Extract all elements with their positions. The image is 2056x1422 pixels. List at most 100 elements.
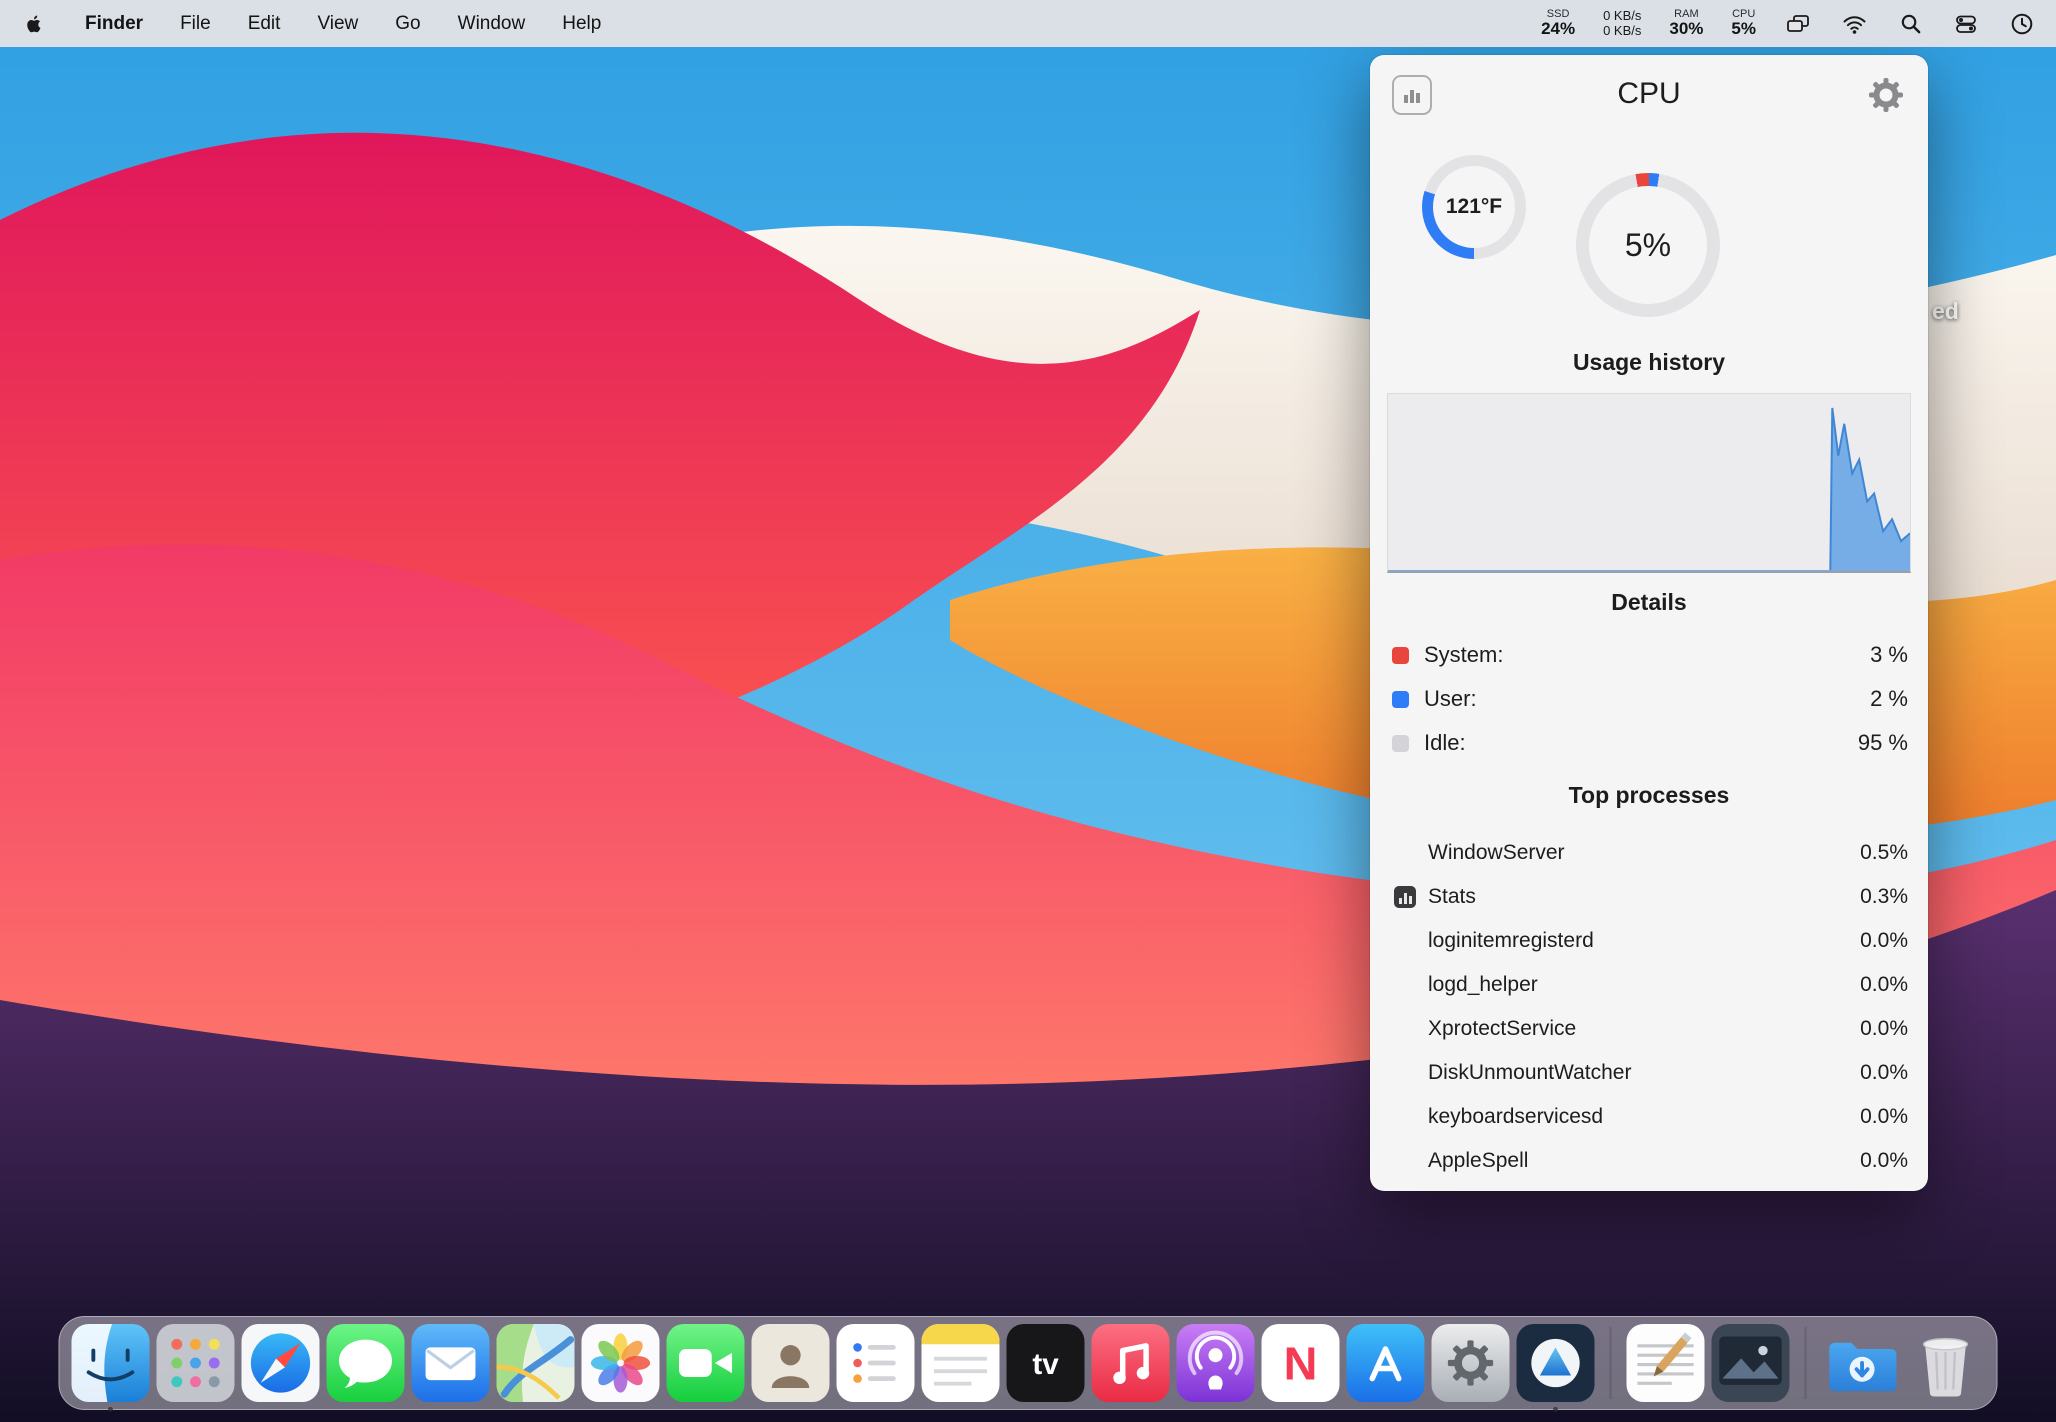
dock-item-photos[interactable] (582, 1324, 660, 1402)
running-indicator (1553, 1407, 1558, 1412)
dock-item-downloads[interactable] (1822, 1324, 1900, 1402)
process-name: XprotectService (1428, 1017, 1576, 1041)
menu-item-edit[interactable]: Edit (248, 13, 281, 35)
system-color-swatch (1392, 647, 1409, 664)
top-processes-label: Top processes (1370, 782, 1928, 809)
details-label: Details (1370, 589, 1928, 616)
dock-item-launchpad[interactable] (157, 1324, 235, 1402)
temperature-value: 121°F (1446, 195, 1502, 219)
ram-status-widget[interactable]: RAM 30% (1669, 9, 1703, 38)
dock-item-messages[interactable] (327, 1324, 405, 1402)
dock-item-notes[interactable] (922, 1324, 1000, 1402)
process-value: 0.5% (1860, 841, 1908, 865)
dock-item-tv[interactable]: tv (1007, 1324, 1085, 1402)
popover-title: CPU (1370, 55, 1928, 133)
spotlight-menu[interactable] (1896, 10, 1924, 38)
contacts-icon (752, 1324, 830, 1402)
process-row: XprotectService 0.0% (1390, 1007, 1908, 1051)
process-value: 0.0% (1860, 929, 1908, 953)
apple-menu[interactable] (20, 10, 48, 38)
network-status-widget[interactable]: 0 KB/s 0 KB/s (1603, 9, 1641, 39)
facetime-icon (667, 1324, 745, 1402)
finder-icon (72, 1324, 150, 1402)
control-center-icon (1954, 12, 1978, 36)
popover-header: CPU (1370, 55, 1928, 133)
dock-item-trash[interactable] (1907, 1324, 1985, 1402)
app-store-icon (1347, 1324, 1425, 1402)
settings-gear-button[interactable] (1866, 75, 1906, 115)
news-icon: N (1262, 1324, 1340, 1402)
process-value: 0.0% (1860, 1061, 1908, 1085)
process-row: WindowServer 0.5% (1390, 831, 1908, 875)
dock-item-reminders[interactable] (837, 1324, 915, 1402)
apple-tv-icon: tv (1007, 1324, 1085, 1402)
dock-item-app-store[interactable] (1347, 1324, 1425, 1402)
dock-separator (1610, 1327, 1612, 1399)
user-color-swatch (1392, 691, 1409, 708)
process-value: 0.0% (1860, 1149, 1908, 1173)
apple-icon (23, 13, 45, 35)
displays-icon (1785, 12, 1811, 36)
usage-history-label: Usage history (1370, 349, 1928, 376)
dock-item-music[interactable] (1092, 1324, 1170, 1402)
process-name: loginitemregisterd (1428, 929, 1594, 953)
menu-item-view[interactable]: View (317, 13, 358, 35)
process-list: WindowServer 0.5% Stats 0.3% loginitemre… (1390, 831, 1908, 1183)
net-up-value: 0 KB/s (1603, 9, 1641, 24)
dock-item-contacts[interactable] (752, 1324, 830, 1402)
reminders-icon (837, 1324, 915, 1402)
cpu-value: 5% (1731, 20, 1756, 38)
dock-item-maps[interactable] (497, 1324, 575, 1402)
dock-item-mail[interactable] (412, 1324, 490, 1402)
menu-bar: Finder File Edit View Go Window Help SSD… (0, 0, 2056, 47)
menu-item-go[interactable]: Go (395, 13, 420, 35)
cpu-status-widget[interactable]: CPU 5% (1731, 9, 1756, 38)
menu-item-file[interactable]: File (180, 13, 211, 35)
mail-icon (412, 1324, 490, 1402)
menu-item-window[interactable]: Window (458, 13, 526, 35)
process-name: WindowServer (1428, 841, 1565, 865)
process-value: 0.0% (1860, 1017, 1908, 1041)
process-row: Stats 0.3% (1390, 875, 1908, 919)
cpu-usage-gauge: 5% (1576, 173, 1720, 317)
user-value: 2 % (1870, 686, 1908, 712)
details-list: System: 3 % User: 2 % Idle: 95 % (1392, 633, 1908, 765)
textedit-icon (1627, 1324, 1705, 1402)
podcasts-icon (1177, 1324, 1255, 1402)
screen-mirroring-menu[interactable] (1784, 10, 1812, 38)
svg-text:tv: tv (1032, 1348, 1059, 1381)
dock-item-facetime[interactable] (667, 1324, 745, 1402)
system-label: System: (1424, 642, 1503, 668)
dock-item-stats-app[interactable] (1517, 1324, 1595, 1402)
process-name: logd_helper (1428, 973, 1538, 997)
system-preferences-icon (1432, 1324, 1510, 1402)
dock-item-safari[interactable] (242, 1324, 320, 1402)
ssd-status-widget[interactable]: SSD 24% (1541, 9, 1575, 38)
gear-icon (1867, 76, 1905, 114)
maps-icon (497, 1324, 575, 1402)
process-row: AppleSpell 0.0% (1390, 1139, 1908, 1183)
clock-menu[interactable] (2008, 10, 2036, 38)
dock-item-podcasts[interactable] (1177, 1324, 1255, 1402)
photos-icon (582, 1324, 660, 1402)
menu-item-finder[interactable]: Finder (85, 13, 143, 35)
idle-value: 95 % (1858, 730, 1908, 756)
menu-item-help[interactable]: Help (562, 13, 601, 35)
detail-row-system: System: 3 % (1392, 633, 1908, 677)
ram-value: 30% (1669, 20, 1703, 38)
menu-bar-left: Finder File Edit View Go Window Help (20, 10, 601, 38)
process-name: keyboardservicesd (1428, 1105, 1603, 1129)
dock-item-news[interactable]: N (1262, 1324, 1340, 1402)
usage-history-chart (1387, 393, 1911, 573)
wifi-menu[interactable] (1840, 10, 1868, 38)
dock-item-finder[interactable] (72, 1324, 150, 1402)
process-row: DiskUnmountWatcher 0.0% (1390, 1051, 1908, 1095)
dock-item-system-preferences[interactable] (1432, 1324, 1510, 1402)
detail-row-user: User: 2 % (1392, 677, 1908, 721)
process-row: keyboardservicesd 0.0% (1390, 1095, 1908, 1139)
dock-item-textedit[interactable] (1627, 1324, 1705, 1402)
process-row: loginitemregisterd 0.0% (1390, 919, 1908, 963)
dock-item-app-window[interactable] (1712, 1324, 1790, 1402)
control-center-menu[interactable] (1952, 10, 1980, 38)
ssd-value: 24% (1541, 20, 1575, 38)
